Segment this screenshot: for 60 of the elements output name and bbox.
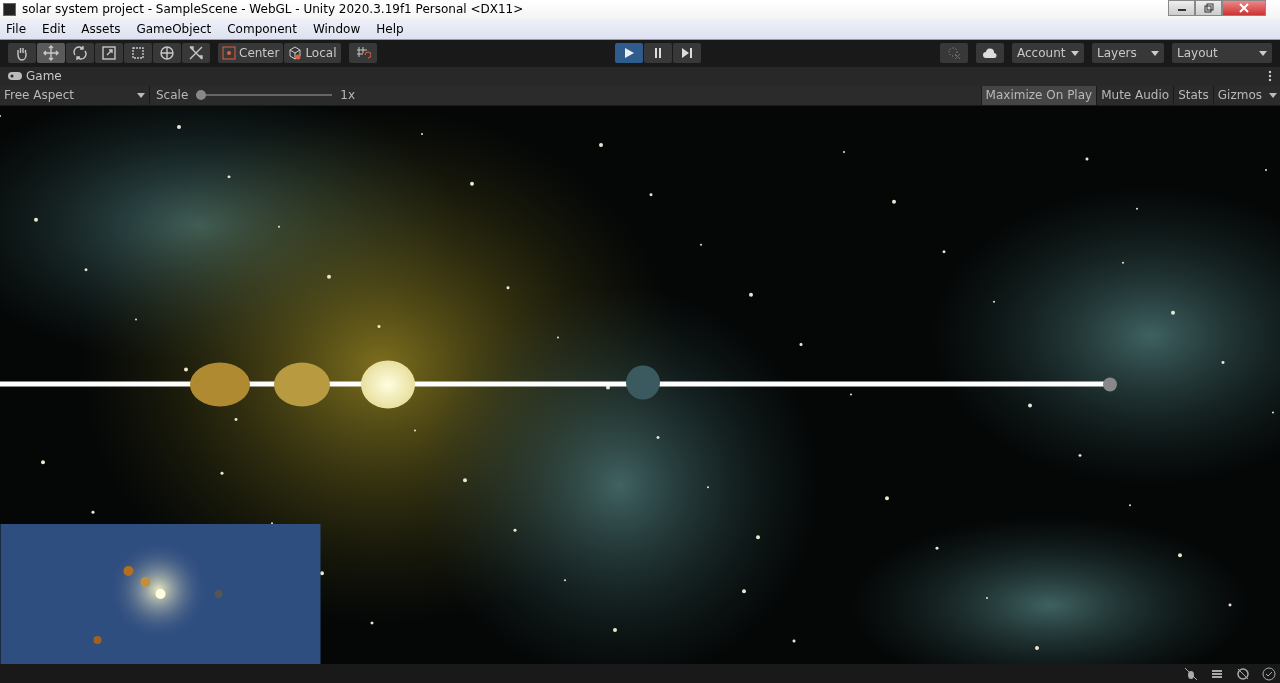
pivot-button[interactable]: Local — [284, 43, 341, 64]
tool-button[interactable] — [95, 43, 123, 64]
rotate-icon — [72, 45, 88, 62]
scale-label: Scale — [156, 88, 189, 103]
dropdown[interactable]: Layout — [1172, 43, 1272, 64]
caret-icon — [1071, 50, 1079, 56]
caret-icon[interactable] — [1269, 92, 1277, 98]
playback-button[interactable] — [615, 43, 644, 64]
gamepad-icon — [8, 72, 22, 81]
menu-item[interactable]: Window — [312, 21, 361, 36]
play-icon — [623, 47, 636, 60]
menu-item[interactable]: Help — [376, 21, 404, 36]
pivot-button[interactable]: Center — [218, 43, 284, 64]
app-icon — [3, 3, 16, 16]
more-options-icon[interactable] — [1268, 70, 1272, 83]
caret-icon — [1151, 50, 1159, 56]
tool-button[interactable] — [37, 43, 65, 64]
move-arrows-icon — [43, 45, 59, 62]
window-title: solar system project - SampleScene - WebGL - Unity 2020.3.19f1 Personal <DX11> — [22, 2, 524, 17]
scale-value: 1x — [340, 88, 356, 103]
tool-button[interactable] — [182, 43, 210, 64]
step-icon — [681, 47, 694, 60]
slider-thumb[interactable] — [196, 90, 207, 101]
cloud-button[interactable] — [976, 43, 1004, 64]
playback-button[interactable] — [644, 43, 673, 64]
menu-item[interactable]: Assets — [81, 21, 121, 36]
bug-icon[interactable] — [1184, 666, 1198, 681]
tools-icon — [188, 45, 204, 62]
tool-button[interactable] — [124, 43, 152, 64]
collab-button[interactable] — [940, 43, 968, 64]
menu-item[interactable]: Edit — [42, 21, 66, 36]
close-button[interactable] — [1222, 0, 1266, 16]
menu-item[interactable]: GameObject — [136, 21, 212, 36]
transform-icon — [159, 45, 175, 62]
scale-icon — [101, 45, 117, 62]
check-circle-icon[interactable] — [1262, 666, 1276, 681]
dropdown[interactable]: Layers — [1092, 43, 1164, 64]
cube-icon — [288, 46, 303, 61]
close-icon — [1239, 3, 1249, 13]
tool-button[interactable] — [66, 43, 94, 64]
sparkle-icon — [946, 45, 962, 62]
center-pivot-icon — [222, 46, 236, 61]
grid-snap-icon — [354, 45, 371, 62]
rect-icon — [130, 45, 146, 62]
cloud-icon — [982, 47, 998, 60]
game-tab[interactable]: Game — [8, 69, 62, 84]
maximize-button[interactable] — [1195, 0, 1222, 16]
tool-button[interactable] — [153, 43, 181, 64]
sync-icon[interactable] — [1236, 666, 1250, 681]
minimize-button[interactable] — [1168, 0, 1195, 16]
menu-item[interactable]: Component — [227, 21, 297, 36]
menu-item[interactable]: File — [6, 21, 27, 36]
caret-icon — [137, 92, 145, 98]
hand-icon — [14, 45, 30, 62]
playback-button[interactable] — [673, 43, 702, 64]
restore-icon — [1203, 3, 1214, 13]
caret-icon — [1259, 50, 1267, 56]
dropdown[interactable]: Account — [1012, 43, 1084, 64]
tool-button[interactable] — [8, 43, 36, 64]
grid-snap-button[interactable] — [348, 43, 377, 64]
